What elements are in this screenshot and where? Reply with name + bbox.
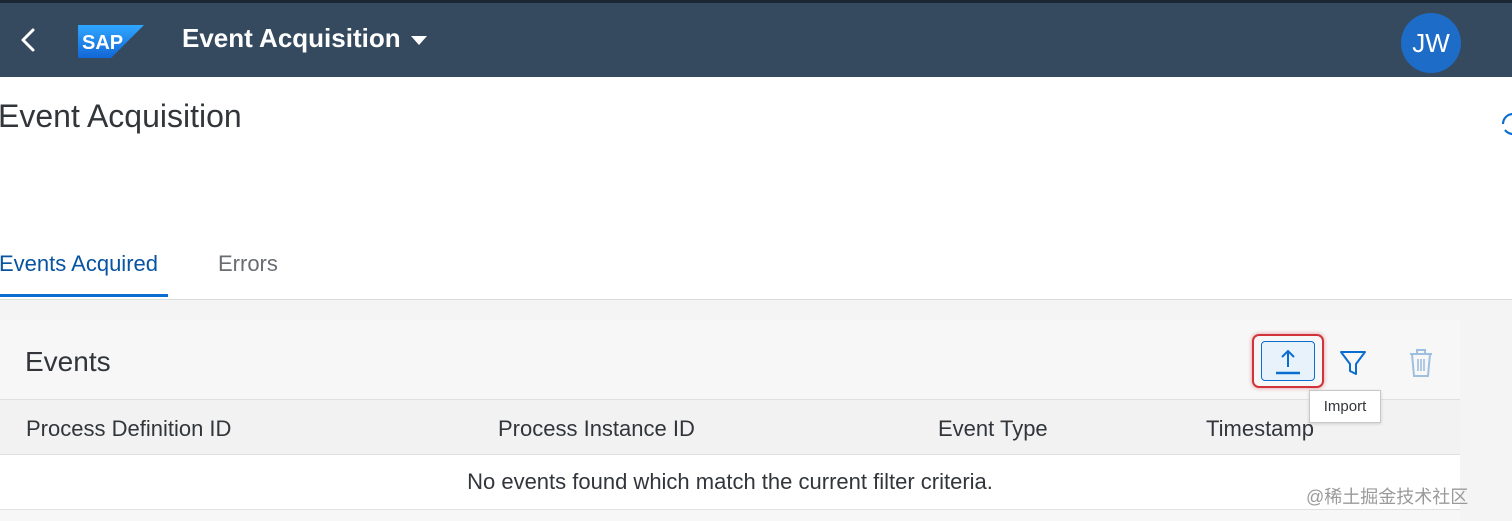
column-header-event-type[interactable]: Event Type [938,416,1048,442]
filter-icon [1340,351,1366,375]
shell-bar: SAP Event Acquisition JW [0,0,1512,77]
chevron-left-icon [21,28,35,52]
tab-errors[interactable]: Errors [218,251,278,277]
tab-bar: Events Acquired Errors [0,240,1512,300]
events-section-title: Events [25,346,111,377]
watermark: @稀土掘金技术社区 [1306,487,1469,507]
column-header-timestamp[interactable]: Timestamp [1206,416,1314,442]
tab-selection-indicator [0,294,168,297]
import-tooltip: Import [1309,390,1381,423]
caret-down-icon [410,35,427,45]
back-button[interactable] [14,25,44,55]
sap-logo[interactable]: SAP [78,25,144,58]
page-title: Event Acquisition [0,98,242,134]
table-empty-row: No events found which match the current … [0,455,1460,510]
table-header: Process Definition ID Process Instance I… [0,399,1460,455]
trash-icon [1410,349,1432,377]
import-button[interactable] [1252,334,1324,388]
column-header-process-instance-id[interactable]: Process Instance ID [498,416,695,442]
refresh-icon[interactable] [1497,108,1512,140]
sap-logo-text: SAP [82,32,123,54]
app-title-menu[interactable]: Event Acquisition [182,23,427,54]
empty-state-message: No events found which match the current … [467,469,993,494]
tab-events-acquired[interactable]: Events Acquired [0,251,158,277]
avatar[interactable]: JW [1401,13,1461,73]
app-title: Event Acquisition [182,23,401,53]
import-button-inner [1261,341,1315,381]
upload-icon [1276,349,1300,375]
delete-button[interactable] [1404,346,1438,380]
filter-button[interactable] [1336,346,1370,380]
column-header-process-definition-id[interactable]: Process Definition ID [26,416,231,442]
